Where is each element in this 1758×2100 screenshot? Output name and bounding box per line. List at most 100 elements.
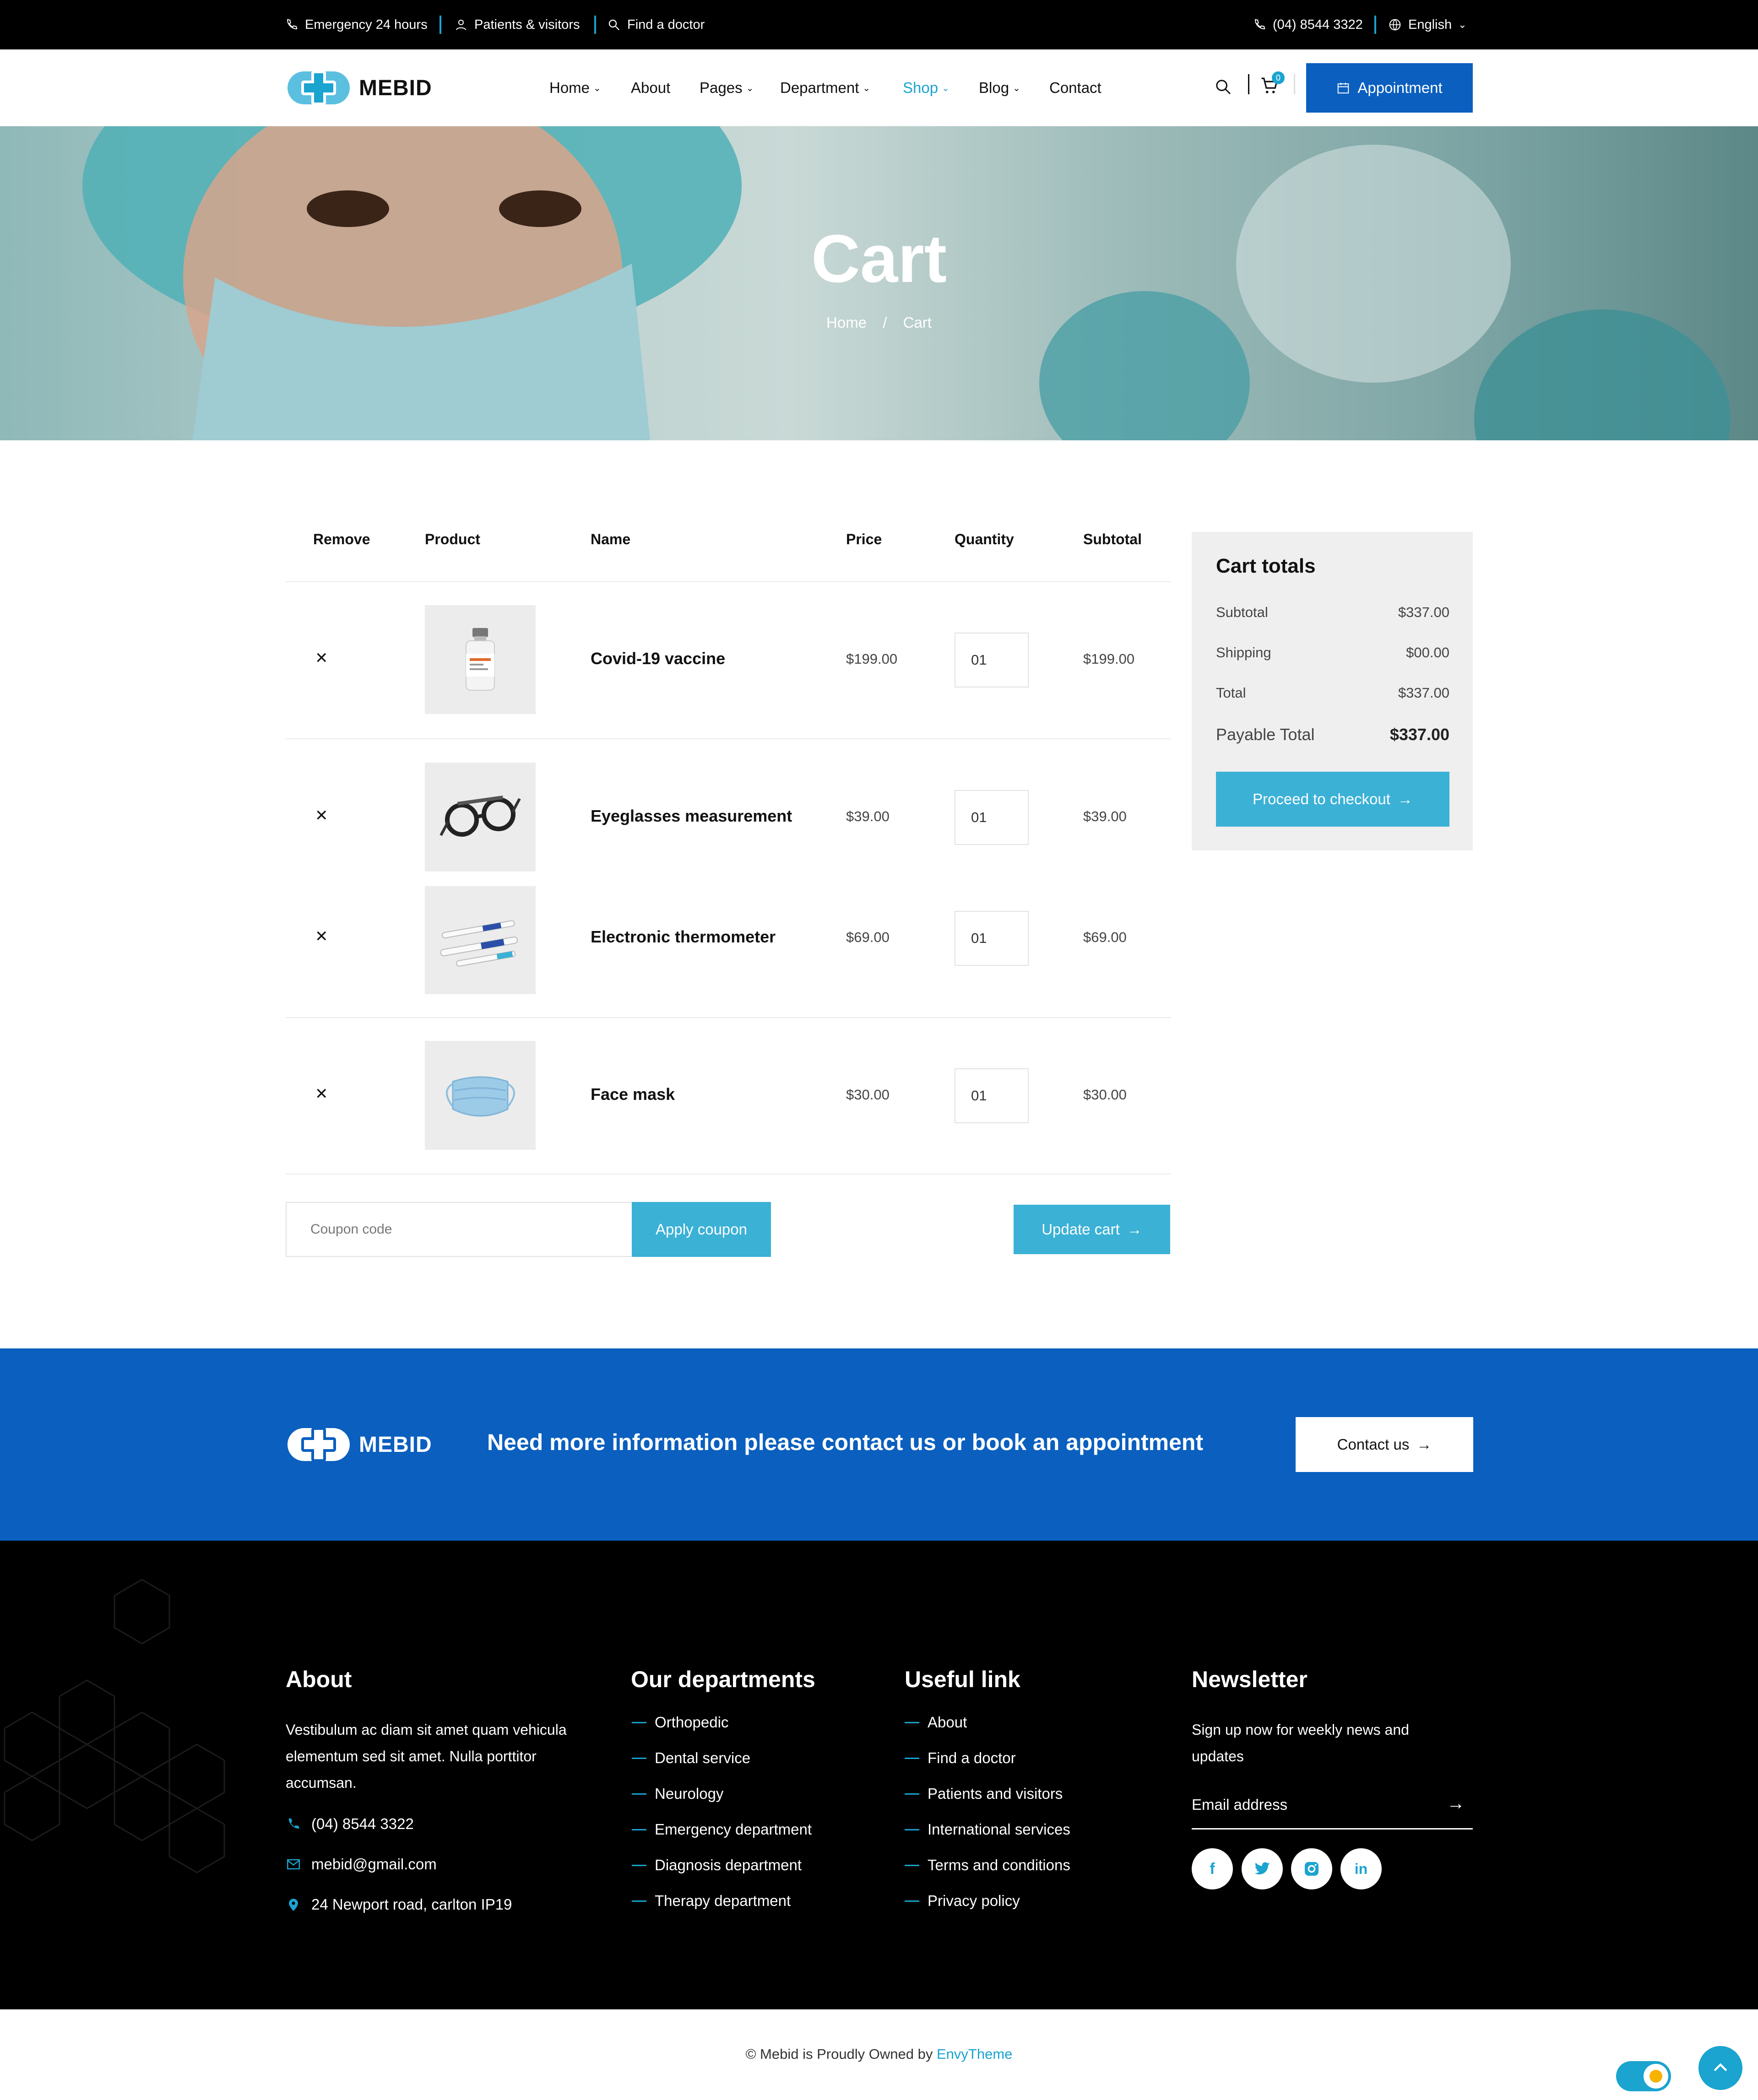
footer-email[interactable]: mebid@gmail.com [286,1856,437,1873]
footer-department-link[interactable]: Neurology [632,1785,723,1802]
search-icon [608,19,620,31]
nav-contact[interactable]: Contact [1049,49,1101,126]
footer-useful-link[interactable]: About [905,1714,967,1731]
find-doctor-link[interactable]: Find a doctor [607,0,705,49]
footer-department-link[interactable]: Emergency department [632,1821,812,1838]
facebook-icon: f [1210,1860,1215,1878]
remove-item-button[interactable]: ✕ [315,649,328,667]
linkedin-icon: in [1354,1860,1368,1877]
footer-address-label: 24 Newport road, carlton IP19 [311,1896,512,1913]
update-cart-button[interactable]: Update cart → [1014,1205,1170,1254]
footer-department-link[interactable]: Diagnosis department [632,1856,802,1874]
sun-icon [1644,2064,1668,2089]
patients-label: Patients & visitors [474,17,580,32]
coupon-input[interactable]: Coupon code [286,1202,633,1257]
breadcrumb-home[interactable]: Home [826,314,867,331]
footer-useful-link[interactable]: International services [905,1821,1070,1838]
instagram-icon [1305,1862,1318,1876]
footer-department-label: Neurology [655,1785,724,1802]
product-image[interactable] [425,1041,536,1150]
user-icon [456,20,466,30]
copyright-brand-link[interactable]: EnvyTheme [937,2046,1012,2062]
product-image[interactable] [425,763,536,871]
apply-coupon-button[interactable]: Apply coupon [632,1202,771,1257]
breadcrumb-current: Cart [903,314,932,331]
newsletter-email-input[interactable]: Email address [1192,1789,1448,1821]
footer-department-label: Orthopedic [655,1714,729,1731]
product-name[interactable]: Face mask [591,1085,675,1104]
newsletter-submit-button[interactable]: → [1447,1793,1465,1814]
header-remove: Remove [313,531,370,547]
nav-shop[interactable]: Shop ⌄ [903,49,950,126]
proceed-checkout-button[interactable]: Proceed to checkout → [1216,772,1449,827]
theme-toggle[interactable] [1616,2061,1671,2091]
product-subtotal: $69.00 [1083,929,1127,945]
product-subtotal: $30.00 [1083,1087,1127,1103]
calendar-icon [1338,82,1349,94]
back-to-top-button[interactable] [1698,2046,1742,2090]
totals-total-label: Total [1216,685,1246,701]
footer-department-link[interactable]: Orthopedic [632,1714,728,1731]
table-divider [286,1017,1171,1018]
footer-department-link[interactable]: Dental service [632,1749,750,1767]
nav-department[interactable]: Department ⌄ [780,49,870,126]
footer-useful-link[interactable]: Privacy policy [905,1892,1020,1910]
quantity-input[interactable]: 01 [955,1068,1029,1123]
breadcrumb: Home / Cart [0,314,1758,331]
product-image[interactable] [425,886,536,994]
vaccine-vial-image [466,628,495,691]
totals-payable-label: Payable Total [1216,725,1315,744]
cta-text: Need more information please contact us … [487,1429,1204,1455]
product-price: $199.00 [846,651,898,667]
patients-link[interactable]: Patients & visitors [454,0,580,49]
appointment-button[interactable]: Appointment [1306,63,1473,113]
topbar-divider [1374,16,1376,34]
footer-useful-link[interactable]: Terms and conditions [905,1856,1070,1874]
footer-address: 24 Newport road, carlton IP19 [286,1896,512,1913]
footer-department-link[interactable]: Therapy department [632,1892,791,1910]
remove-item-button[interactable]: ✕ [315,806,328,825]
footer-department-label: Dental service [655,1749,751,1766]
footer-useful-link[interactable]: Patients and visitors [905,1785,1063,1802]
remove-item-button[interactable]: ✕ [315,1085,328,1103]
footer-useful-link[interactable]: Find a doctor [905,1749,1016,1767]
quantity-input[interactable]: 01 [955,911,1029,966]
nav-blog[interactable]: Blog ⌄ [979,49,1020,126]
quantity-input[interactable]: 01 [955,790,1029,845]
linkedin-button[interactable]: in [1340,1848,1382,1889]
footer-useful-title: Useful link [905,1667,1020,1692]
emergency-link[interactable]: Emergency 24 hours [285,0,428,49]
instagram-button[interactable] [1291,1848,1332,1889]
nav-cart-button[interactable]: 0 [1260,71,1285,97]
nav-about[interactable]: About [631,49,670,126]
remove-item-button[interactable]: ✕ [315,927,328,946]
copyright-text: © Mebid is Proudly Owned by [745,2046,937,2062]
table-divider [286,738,1171,739]
topbar-phone[interactable]: (04) 8544 3322 [1253,0,1363,49]
product-name[interactable]: Electronic thermometer [591,927,776,947]
twitter-button[interactable] [1242,1848,1283,1889]
search-icon [1216,80,1231,95]
quantity-input[interactable]: 01 [955,633,1029,687]
product-name[interactable]: Eyeglasses measurement [591,806,792,826]
contact-us-button[interactable]: Contact us → [1296,1417,1473,1472]
newsletter-underline [1192,1828,1473,1829]
table-divider [286,581,1171,582]
footer-useful-label: International services [928,1821,1070,1838]
product-name[interactable]: Covid-19 vaccine [591,649,725,668]
nav-department-label: Department [780,79,859,96]
language-label: English [1408,17,1452,32]
product-image[interactable] [425,605,536,714]
nav-home[interactable]: Home ⌄ [549,49,601,126]
medical-cross-logo-icon [288,70,350,105]
footer-phone[interactable]: (04) 8544 3322 [286,1815,414,1833]
cta-logo[interactable]: MEBID [285,1419,432,1470]
cart-totals-title: Cart totals [1216,555,1316,577]
twitter-icon [1254,1862,1270,1875]
nav-pages[interactable]: Pages ⌄ [700,49,754,126]
site-logo[interactable]: MEBID [285,62,432,114]
nav-search-button[interactable] [1214,78,1232,98]
phone-icon [288,1818,299,1829]
language-select[interactable]: English ⌄ [1388,0,1467,49]
facebook-button[interactable]: f [1192,1848,1233,1889]
